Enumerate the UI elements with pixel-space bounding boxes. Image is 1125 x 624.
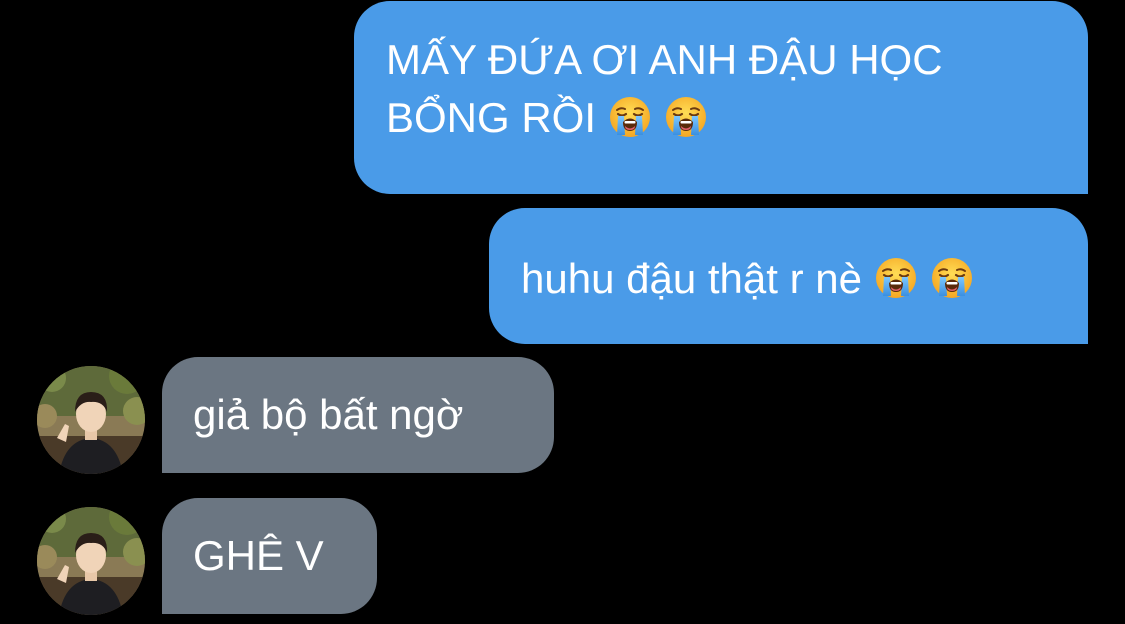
- avatar-photo: [37, 507, 145, 615]
- message-bubble-outgoing[interactable]: MẤY ĐỨA ƠI ANH ĐẬU HỌC BỔNG RỒI: [354, 1, 1088, 194]
- avatar-photo: [37, 366, 145, 474]
- avatar[interactable]: [37, 366, 145, 474]
- message-text-line: MẤY ĐỨA ƠI ANH ĐẬU HỌC: [386, 36, 943, 83]
- loudly-crying-face-icon: [874, 256, 918, 300]
- message-text: giả bộ bất ngờ: [193, 391, 464, 438]
- message-text: GHÊ V: [193, 532, 324, 579]
- message-bubble-outgoing[interactable]: huhu đậu thật r nè: [489, 208, 1088, 344]
- chat-thread: MẤY ĐỨA ƠI ANH ĐẬU HỌC BỔNG RỒI huhu đậu…: [0, 0, 1125, 624]
- message-text-line: huhu đậu thật r nè: [521, 250, 1088, 308]
- loudly-crying-face-icon: [608, 95, 652, 139]
- message-bubble-incoming[interactable]: GHÊ V: [162, 498, 377, 614]
- message-text-line: BỔNG RỒI: [386, 89, 1088, 147]
- loudly-crying-face-icon: [930, 256, 974, 300]
- loudly-crying-face-icon: [664, 95, 708, 139]
- avatar[interactable]: [37, 507, 145, 615]
- message-bubble-incoming[interactable]: giả bộ bất ngờ: [162, 357, 554, 473]
